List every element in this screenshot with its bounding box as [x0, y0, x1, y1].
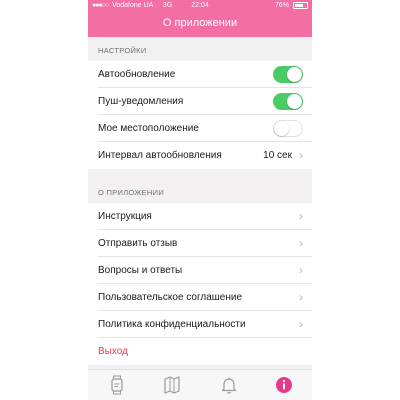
battery-icon	[293, 1, 308, 9]
setting-auto-update-row: Автообновление	[88, 61, 312, 88]
toggle-knob	[274, 121, 289, 136]
chevron-right-icon: ›	[299, 236, 303, 250]
setting-label: Интервал автообновления	[98, 150, 222, 161]
menu-item-label: Отправить отзыв	[98, 238, 178, 249]
chevron-right-icon: ›	[299, 317, 303, 331]
setting-update-interval-row[interactable]: Интервал автообновления 10 сек ›	[88, 142, 312, 169]
setting-location-row: Мое местоположение	[88, 115, 312, 142]
about-feedback-row[interactable]: Отправить отзыв ›	[88, 230, 312, 257]
tab-notifications[interactable]	[218, 374, 240, 396]
about-section-header: О ПРИЛОЖЕНИИ	[98, 188, 165, 197]
bell-icon	[221, 377, 237, 394]
battery-percent: 76%	[275, 2, 290, 9]
setting-label: Автообновление	[98, 69, 176, 80]
setting-label: Пуш-уведомления	[98, 96, 184, 107]
tab-watch[interactable]	[106, 374, 128, 396]
phone-screen: ●●●○○ Vodafone UA 3G 22:04 76% О приложе…	[88, 0, 312, 400]
settings-group: Автообновление Пуш-уведомления Мое место…	[88, 61, 312, 169]
header-bar: ●●●○○ Vodafone UA 3G 22:04 76% О приложе…	[88, 0, 312, 37]
settings-section-header: НАСТРОЙКИ	[98, 46, 147, 55]
location-toggle[interactable]	[273, 120, 303, 137]
chevron-right-icon: ›	[299, 209, 303, 223]
about-group: Инструкция › Отправить отзыв › Вопросы и…	[88, 203, 312, 365]
menu-item-label: Вопросы и ответы	[98, 265, 183, 276]
about-privacy-policy-row[interactable]: Политика конфиденциальности ›	[88, 311, 312, 338]
about-user-agreement-row[interactable]: Пользовательское соглашение ›	[88, 284, 312, 311]
logout-button[interactable]: Выход	[88, 338, 312, 365]
auto-update-toggle[interactable]	[273, 66, 303, 83]
push-notifications-toggle[interactable]	[273, 93, 303, 110]
tab-map[interactable]	[161, 374, 183, 396]
setting-label: Мое местоположение	[98, 123, 199, 134]
chevron-right-icon: ›	[299, 148, 303, 162]
map-icon	[164, 376, 180, 394]
setting-push-notifications-row: Пуш-уведомления	[88, 88, 312, 115]
menu-item-label: Инструкция	[98, 211, 152, 222]
status-bar: ●●●○○ Vodafone UA 3G 22:04 76%	[88, 0, 312, 12]
menu-item-label: Пользовательское соглашение	[98, 292, 243, 303]
chevron-right-icon: ›	[299, 263, 303, 277]
tab-bar	[88, 369, 312, 400]
watch-icon	[111, 375, 123, 395]
toggle-knob	[287, 94, 302, 109]
toggle-knob	[287, 67, 302, 82]
chevron-right-icon: ›	[299, 290, 303, 304]
status-right: 76%	[275, 0, 308, 12]
page-title: О приложении	[162, 17, 238, 29]
about-faq-row[interactable]: Вопросы и ответы ›	[88, 257, 312, 284]
tab-about[interactable]	[273, 374, 295, 396]
logout-label: Выход	[98, 346, 128, 357]
battery-fill	[295, 3, 303, 7]
info-icon	[276, 377, 292, 393]
update-interval-value: 10 сек	[263, 150, 292, 161]
about-instructions-row[interactable]: Инструкция ›	[88, 203, 312, 230]
menu-item-label: Политика конфиденциальности	[98, 319, 246, 330]
